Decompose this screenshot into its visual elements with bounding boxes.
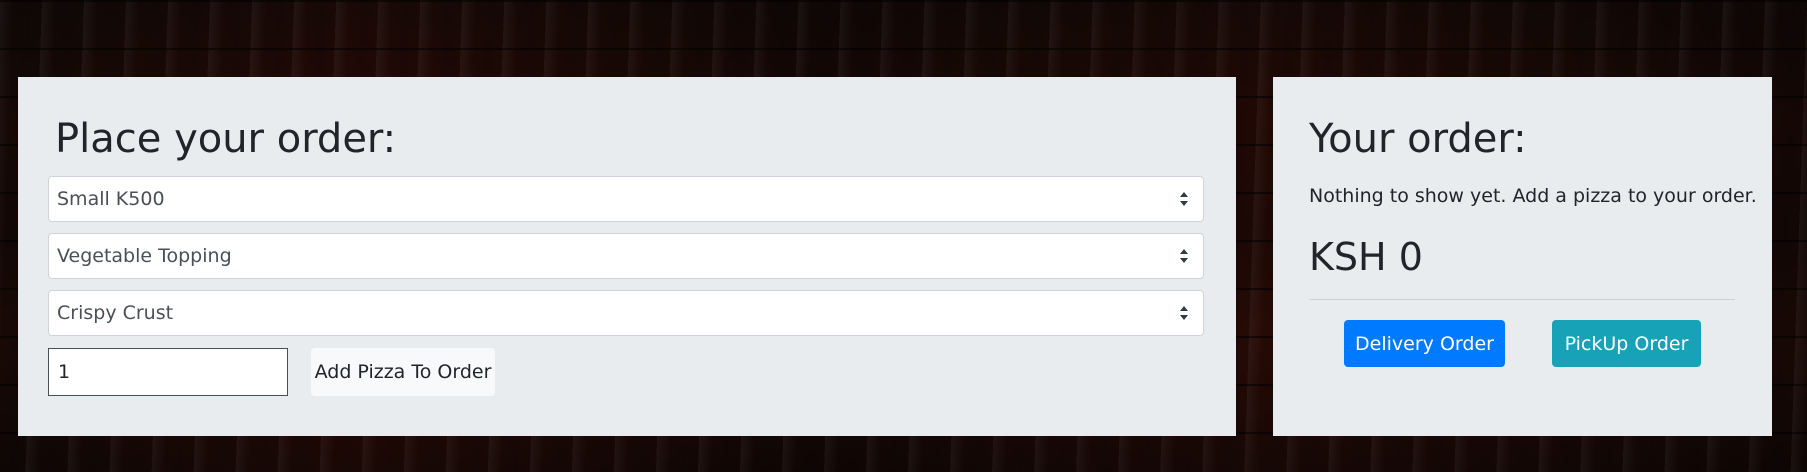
select-arrows-icon — [1180, 306, 1188, 320]
select-arrows-icon — [1180, 249, 1188, 263]
size-select-value: Small K500 — [57, 188, 165, 210]
crust-select-value: Crispy Crust — [57, 302, 174, 324]
quantity-input[interactable] — [48, 348, 288, 396]
order-summary-panel: Your order: Nothing to show yet. Add a p… — [1273, 77, 1772, 436]
delivery-order-button[interactable]: Delivery Order — [1344, 320, 1505, 367]
order-total: KSH 0 — [1309, 235, 1423, 279]
topping-select[interactable]: Vegetable Topping — [48, 233, 1204, 279]
order-summary-heading: Your order: — [1309, 116, 1527, 162]
pickup-order-button[interactable]: PickUp Order — [1552, 320, 1701, 367]
empty-order-message: Nothing to show yet. Add a pizza to your… — [1309, 185, 1757, 207]
select-arrows-icon — [1180, 192, 1188, 206]
crust-select[interactable]: Crispy Crust — [48, 290, 1204, 336]
size-select[interactable]: Small K500 — [48, 176, 1204, 222]
divider — [1309, 299, 1735, 300]
topping-select-value: Vegetable Topping — [57, 245, 232, 267]
order-form-heading: Place your order: — [55, 116, 397, 162]
order-form-panel: Place your order: Small K500 Vegetable T… — [18, 77, 1236, 436]
add-pizza-button[interactable]: Add Pizza To Order — [311, 348, 495, 396]
